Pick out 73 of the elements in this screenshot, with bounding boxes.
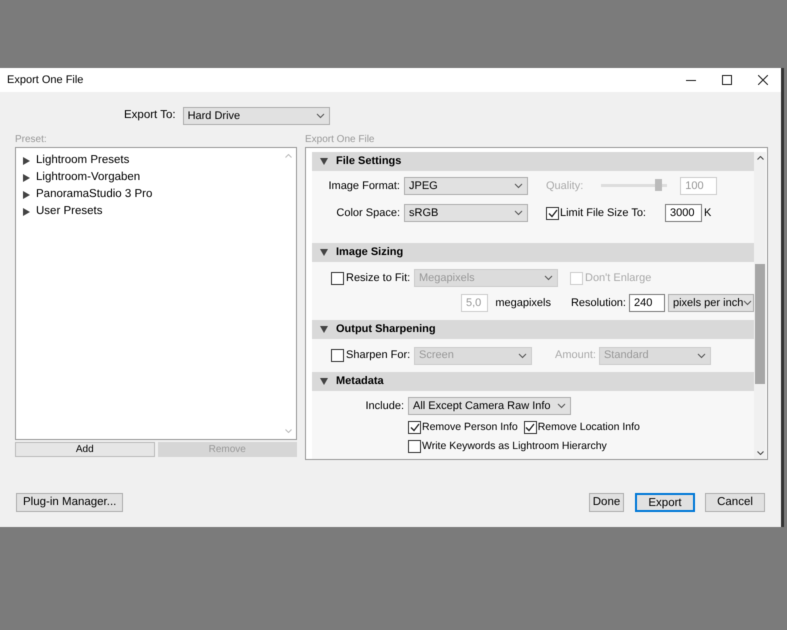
done-button[interactable]: Done [589,493,624,512]
checkbox[interactable] [331,272,344,284]
resolution-label: Resolution: [570,296,626,311]
maximize-icon [722,75,732,85]
plugin-manager-button[interactable]: Plug-in Manager... [16,493,124,512]
scrollbar-thumb[interactable] [755,264,765,384]
file-size-unit: K [704,206,712,221]
scroll-down-icon [756,451,764,455]
settings-label: Export One File [305,133,376,147]
image-format-dropdown[interactable]: JPEG [404,177,528,195]
file-size-field[interactable]: 3000 [665,204,702,222]
preset-item[interactable]: Lightroom Presets [16,152,130,169]
quality-label: Quality: [546,178,584,194]
image-format-label: Image Format: [327,178,401,194]
cancel-button[interactable]: Cancel [705,493,765,512]
export-to-label: Export To: [124,108,176,124]
resolution-field[interactable]: 240 [629,294,665,312]
preset-item[interactable]: Lightroom-Vorgaben [16,169,140,186]
triangle-down-icon [320,249,328,256]
metadata-option-label: Write Keywords as Lightroom Hierarchy [422,438,607,454]
resolution-unit-dropdown[interactable]: pixels per inch [668,294,754,312]
limit-file-size-label: Limit File Size To: [560,206,646,221]
chevron-down-icon [544,275,553,281]
scroll-down-icon [285,429,292,433]
checkbox[interactable] [408,421,421,434]
section-header[interactable]: Output Sharpening [312,320,754,339]
close-icon [758,75,768,85]
checkbox[interactable] [408,440,421,454]
chevron-down-icon [518,352,527,358]
triangle-right-icon [23,190,30,198]
scrollbar[interactable] [754,152,766,459]
color-space-dropdown[interactable]: sRGB [404,204,528,222]
section-header[interactable]: Metadata [312,372,754,391]
chevron-down-icon [316,113,325,119]
preset-button[interactable]: Add [15,442,154,457]
scroll-up-icon [756,156,764,160]
checkbox[interactable] [524,421,537,434]
section-header[interactable]: Image Sizing [312,243,754,262]
checkbox[interactable] [331,349,344,362]
export-to-dropdown[interactable]: Hard Drive [182,107,330,125]
triangle-down-icon [320,378,328,385]
preset-item[interactable]: PanoramaStudio 3 Pro [16,186,152,203]
checkmark-icon [525,423,536,432]
resize-to-fit-label: Resize to Fit: [346,270,412,286]
chevron-down-icon [557,403,566,409]
megapixels-label: megapixels [495,296,551,311]
triangle-down-icon [320,326,328,333]
metadata-option-label: Remove Location Info [538,420,640,435]
dont-enlarge-label: Don't Enlarge [585,270,652,286]
amount-label: Amount: [555,348,596,364]
window-title: Export One File [7,72,84,88]
export-button[interactable]: Export [635,493,695,512]
quality-slider[interactable] [601,179,668,193]
checkmark-icon [410,423,420,432]
chevron-down-icon [743,300,752,306]
triangle-right-icon [23,208,30,216]
scroll-up-icon [285,154,292,158]
triangle-right-icon [23,174,30,182]
preset-item[interactable]: User Presets [16,203,102,220]
sharpen-for-label: Sharpen For: [346,348,412,364]
checkbox[interactable] [546,206,559,220]
triangle-down-icon [320,158,328,165]
include-dropdown[interactable]: All Except Camera Raw Info [408,397,571,415]
chevron-down-icon [514,183,523,189]
color-space-label: Color Space: [335,206,401,221]
chevron-down-icon [514,210,523,216]
checkmark-icon [548,208,558,218]
chevron-down-icon [696,352,706,358]
metadata-option-label: Remove Person Info [422,420,518,435]
section-header[interactable]: File Settings [312,152,754,171]
preset-label: Preset: [15,133,48,147]
triangle-right-icon [23,156,30,164]
include-label: Include: [364,398,405,414]
